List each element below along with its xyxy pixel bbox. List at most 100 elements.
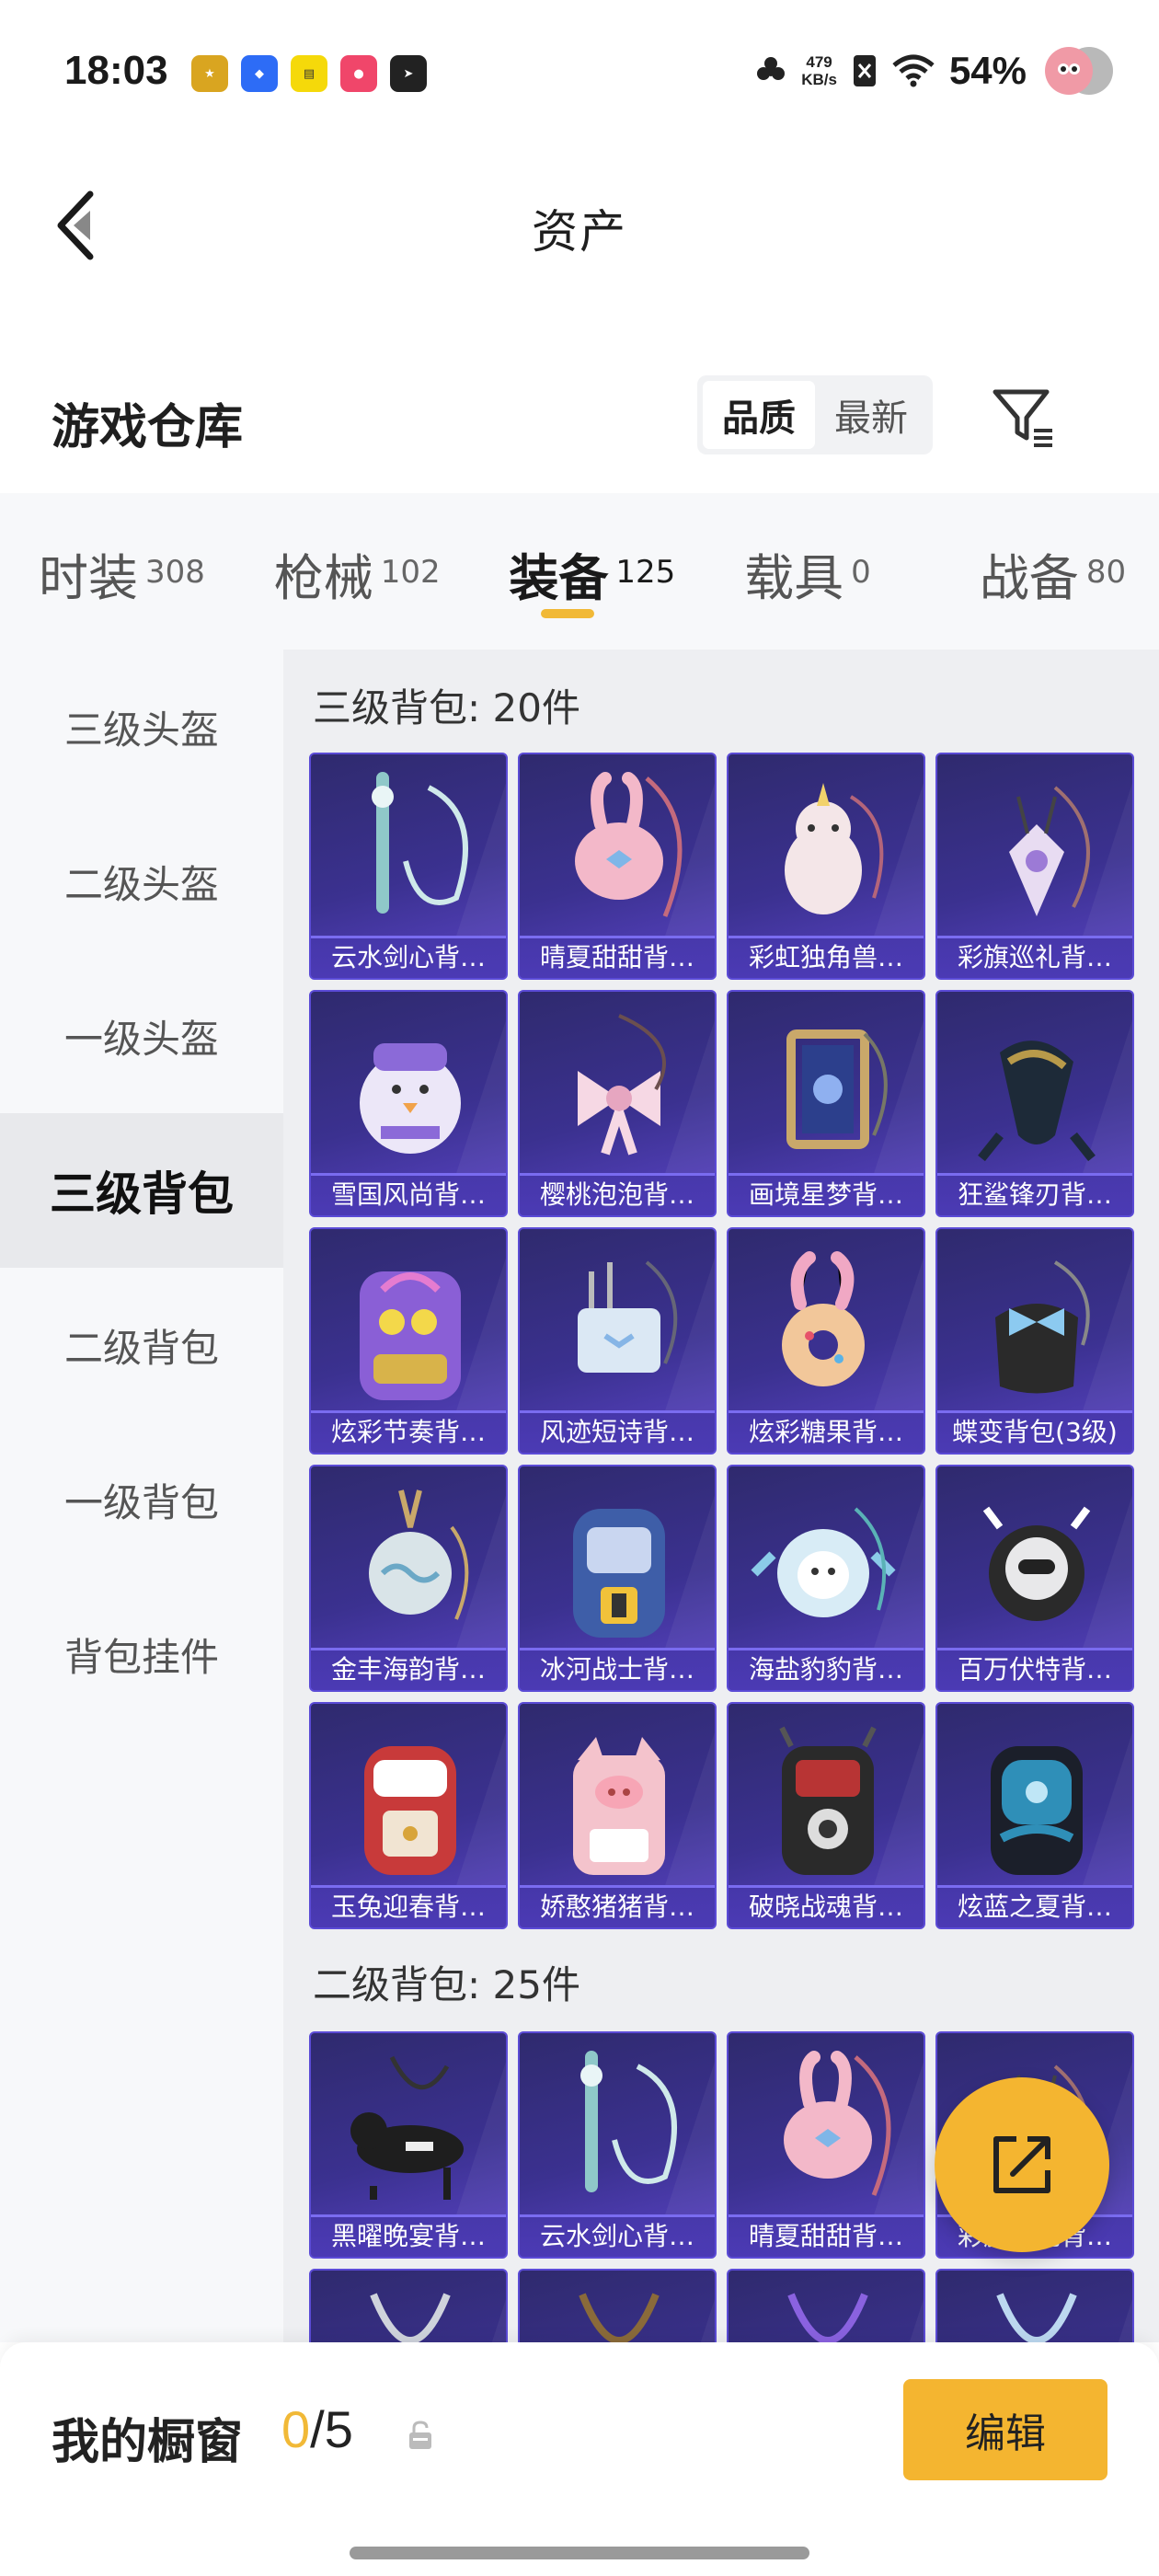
item-card[interactable]: 炫彩节奏背… — [309, 1227, 508, 1455]
item-card[interactable]: 破晓战魂背… — [727, 1702, 925, 1929]
item-name: 狂鲨锋刃背… — [937, 1173, 1132, 1215]
sort-by-newest[interactable]: 最新 — [815, 381, 927, 449]
item-image — [787, 2293, 868, 2342]
tab-vehicles[interactable]: 载具 0 — [744, 493, 980, 610]
item-card[interactable]: 炫彩糖果背… — [727, 1227, 925, 1455]
item-name: 海盐豹豹背… — [729, 1648, 924, 1690]
tab-count: 0 — [851, 553, 871, 591]
notification-icons: ★ ◆ ▤ ● ➤ — [191, 55, 427, 92]
filter-icon — [993, 389, 1052, 447]
tab-count: 102 — [380, 553, 441, 591]
sidebar-item-helmet-1[interactable]: 一级头盔 — [0, 959, 283, 1113]
item-card[interactable]: 云水剑心背… — [518, 2031, 717, 2259]
item-card[interactable] — [309, 2269, 508, 2342]
item-image — [350, 2055, 464, 2200]
sidebar-item-helmet-3[interactable]: 三级头盔 — [0, 650, 283, 804]
net-speed: 479 KB/s — [801, 53, 837, 88]
item-card[interactable]: 狂鲨锋刃背… — [935, 990, 1134, 1217]
tab-equipment[interactable]: 装备 125 — [509, 493, 744, 610]
tab-label: 装备 — [509, 549, 609, 607]
item-name: 娇憨猪猪背… — [520, 1885, 715, 1927]
filter-button[interactable] — [988, 381, 1058, 451]
item-image — [779, 1726, 877, 1875]
item-card[interactable]: 百万伏特背… — [935, 1465, 1134, 1692]
item-image — [573, 1737, 665, 1875]
item-card[interactable] — [518, 2269, 717, 2342]
item-card[interactable]: 冰河战士背… — [518, 1465, 717, 1692]
sort-toggle: 品质 最新 — [697, 375, 933, 454]
lock-icon — [409, 2421, 431, 2449]
item-image — [372, 772, 468, 914]
item-card[interactable]: 黑曜晚宴背… — [309, 2031, 508, 2259]
showcase-current: 0 — [281, 2400, 311, 2458]
status-right: 479 KB/s 54% — [755, 44, 1113, 98]
showcase-total: /5 — [310, 2400, 353, 2458]
item-image — [575, 772, 683, 917]
item-card[interactable]: 海盐豹豹背… — [727, 1465, 925, 1692]
item-card[interactable] — [727, 2269, 925, 2342]
tab-supplies[interactable]: 战备 80 — [980, 493, 1159, 610]
item-card[interactable]: 雪国风尚背… — [309, 990, 508, 1217]
item-image — [369, 1489, 469, 1620]
edit-button[interactable]: 编辑 — [903, 2379, 1107, 2480]
item-card[interactable]: 金丰海韵背… — [309, 1465, 508, 1692]
warehouse-title: 游戏仓库 — [52, 400, 244, 455]
item-card[interactable]: 娇憨猪猪背… — [518, 1702, 717, 1929]
item-image — [978, 1041, 1096, 1162]
item-card[interactable]: 玉兔迎春背… — [309, 1702, 508, 1929]
flower-icon — [757, 57, 786, 80]
item-card[interactable]: 云水剑心背… — [309, 753, 508, 980]
item-name: 玉兔迎春背… — [311, 1885, 506, 1927]
sidebar-item-backpack-1[interactable]: 一级背包 — [0, 1422, 283, 1577]
item-image — [786, 1029, 888, 1149]
item-card[interactable] — [935, 2269, 1134, 2342]
tab-label: 枪械 — [273, 549, 373, 607]
warehouse-header: 游戏仓库 品质 最新 — [0, 368, 1159, 469]
share-icon — [993, 2136, 1050, 2193]
net-speed-value: 479 — [806, 53, 832, 71]
active-tab-indicator — [541, 609, 594, 618]
sidebar-item-backpack-3[interactable]: 三级背包 — [0, 1113, 283, 1268]
item-image — [751, 1507, 896, 1617]
app-header: 资产 — [0, 156, 1159, 294]
item-image — [580, 2051, 677, 2192]
item-image — [364, 1746, 456, 1875]
bottom-bar: 我的橱窗 0/5 编辑 — [0, 2342, 1159, 2576]
item-name: 彩旗巡礼背… — [937, 936, 1132, 978]
item-card[interactable]: 炫蓝之夏背… — [935, 1702, 1134, 1929]
status-time: 18:03 — [64, 48, 168, 93]
item-name: 晴夏甜甜背… — [729, 2214, 924, 2257]
item-name: 炫蓝之夏背… — [937, 1885, 1132, 1927]
home-indicator[interactable] — [350, 2547, 809, 2559]
share-button[interactable] — [935, 2077, 1109, 2252]
item-name: 云水剑心背… — [520, 2214, 715, 2257]
item-card[interactable]: 晴夏甜甜背… — [518, 753, 717, 980]
item-image — [995, 1260, 1090, 1394]
item-name: 破晓战魂背… — [729, 1885, 924, 1927]
item-image — [370, 2293, 451, 2342]
item-image — [573, 1509, 665, 1638]
item-card[interactable]: 蝶变背包(3级) — [935, 1227, 1134, 1455]
item-card[interactable]: 樱桃泡泡背… — [518, 990, 717, 1217]
item-image — [360, 1043, 461, 1154]
item-card[interactable]: 彩旗巡礼背… — [935, 753, 1134, 980]
game-app-icon: ★ — [191, 55, 228, 92]
item-card[interactable]: 彩虹独角兽… — [727, 753, 925, 980]
net-speed-unit: KB/s — [801, 71, 837, 88]
category-tabs: 时装 308 枪械 102 装备 125 载具 0 战备 80 — [0, 493, 1159, 650]
status-bar: 18:03 ★ ◆ ▤ ● ➤ 479 KB/s 54% — [0, 0, 1159, 138]
sort-by-quality[interactable]: 品质 — [703, 381, 815, 449]
item-card[interactable]: 风迹短诗背… — [518, 1227, 717, 1455]
section-title-backpack-3: 三级背包: 20件 — [313, 685, 580, 730]
item-card[interactable]: 画境星梦背… — [727, 990, 925, 1217]
sidebar-item-backpack-2[interactable]: 二级背包 — [0, 1268, 283, 1422]
tab-weapons[interactable]: 枪械 102 — [274, 493, 510, 610]
tab-fashion[interactable]: 时装 308 — [39, 493, 274, 610]
item-name: 晴夏甜甜背… — [520, 936, 715, 978]
sidebar-item-backpack-charm[interactable]: 背包挂件 — [0, 1577, 283, 1731]
item-card[interactable]: 晴夏甜甜背… — [727, 2031, 925, 2259]
item-name: 樱桃泡泡背… — [520, 1173, 715, 1215]
item-image — [784, 2051, 891, 2196]
sidebar-item-helmet-2[interactable]: 二级头盔 — [0, 804, 283, 959]
item-image — [360, 1271, 461, 1400]
